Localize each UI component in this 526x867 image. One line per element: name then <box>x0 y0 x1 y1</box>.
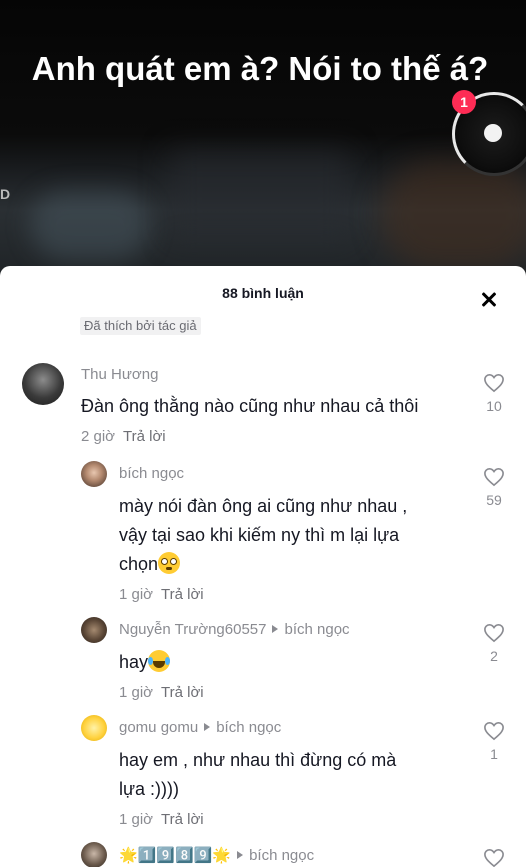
comment-text: hay em , như nhau thì đừng có mà lựa :))… <box>119 746 459 804</box>
heart-outline-icon[interactable] <box>483 373 505 393</box>
comments-sheet: 88 bình luận Đã thích bởi tác giả Thu Hư… <box>0 266 526 867</box>
like-count: 1 <box>490 746 498 762</box>
music-disc-center <box>484 124 502 142</box>
liked-by-author-tag: Đã thích bởi tác giả <box>80 317 201 335</box>
comment-text: mày nói đàn ông ai cũng như nhau , vậy t… <box>119 492 469 579</box>
comment-text-line: hay em , như nhau thì đừng có mà <box>119 750 397 770</box>
heart-outline-icon[interactable] <box>483 467 505 487</box>
comment-username: Nguyễn Trường60557 bích ngọc <box>119 621 350 638</box>
comment-text-line: mày nói đàn ông ai cũng như nhau , <box>119 496 408 516</box>
video-frame-blur <box>380 160 526 270</box>
comment-username: 🌟1️⃣9️⃣8️⃣9️⃣🌟 bích ngọc <box>119 846 314 864</box>
comment-text-line: lựa :)))) <box>119 779 180 799</box>
reply-button[interactable]: Trả lời <box>161 811 204 828</box>
heart-outline-icon[interactable] <box>483 848 505 867</box>
heart-outline-icon[interactable] <box>483 721 505 741</box>
avatar[interactable] <box>81 617 107 643</box>
comment-text-line: hay <box>119 652 149 672</box>
comment-username[interactable]: bích ngọc <box>119 465 184 482</box>
avatar[interactable] <box>81 461 107 487</box>
video-frame-blur <box>30 190 150 260</box>
comment-text-line: chọn <box>119 554 159 574</box>
comment-username[interactable]: Thu Hương <box>81 366 158 383</box>
reply-button[interactable]: Trả lời <box>123 428 166 445</box>
comment-text-line: chọn <box>119 550 469 579</box>
triangle-right-icon <box>204 723 211 731</box>
like-count: 59 <box>486 492 502 508</box>
triangle-right-icon <box>237 851 244 859</box>
reply-to-username[interactable]: bích ngọc <box>216 719 281 736</box>
comment-time: 1 giờ <box>119 586 154 603</box>
like-count: 10 <box>486 398 502 414</box>
avatar[interactable] <box>81 715 107 741</box>
avatar[interactable] <box>22 363 64 405</box>
reply-to-username[interactable]: bích ngọc <box>284 621 349 638</box>
notification-badge: 1 <box>452 90 476 114</box>
comment-username: gomu gomu bích ngọc <box>119 719 281 736</box>
video-edge-text: D <box>0 186 11 202</box>
comment-meta: 2 giờ Trả lời <box>81 428 166 445</box>
video-caption: Anh quát em à? Nói to thế á? <box>31 50 489 87</box>
comment-meta: 1 giờ Trả lời <box>119 586 204 603</box>
comment-text: Đàn ông thằng nào cũng như nhau cả thôi <box>81 396 419 416</box>
reply-button[interactable]: Trả lời <box>161 586 204 603</box>
comment-username-text[interactable]: gomu gomu <box>119 719 198 736</box>
reply-button[interactable]: Trả lời <box>161 684 204 701</box>
comment-time: 1 giờ <box>119 811 154 828</box>
comment-meta: 1 giờ Trả lời <box>119 684 204 701</box>
comment-meta: 1 giờ Trả lời <box>119 811 204 828</box>
avatar[interactable] <box>81 842 107 867</box>
reply-to-username[interactable]: bích ngọc <box>249 847 314 864</box>
like-count: 2 <box>490 648 498 664</box>
comment-time: 1 giờ <box>119 684 154 701</box>
flushed-face-icon <box>158 552 181 574</box>
comments-count-title: 88 bình luận <box>222 285 304 301</box>
comment-text-line: vậy tại sao khi kiếm ny thì m lại lựa <box>119 525 400 545</box>
comment-username-text[interactable]: 🌟1️⃣9️⃣8️⃣9️⃣🌟 <box>119 847 231 864</box>
video-player[interactable]: D <box>0 0 526 280</box>
video-frame-blur <box>170 150 350 240</box>
comment-time: 2 giờ <box>81 428 116 445</box>
comment-username-text[interactable]: Nguyễn Trường60557 <box>119 621 266 638</box>
triangle-right-icon <box>272 625 279 633</box>
close-icon[interactable] <box>478 288 502 312</box>
comment-text: hay <box>119 648 459 677</box>
heart-outline-icon[interactable] <box>483 623 505 643</box>
laughing-tears-icon <box>148 650 171 672</box>
